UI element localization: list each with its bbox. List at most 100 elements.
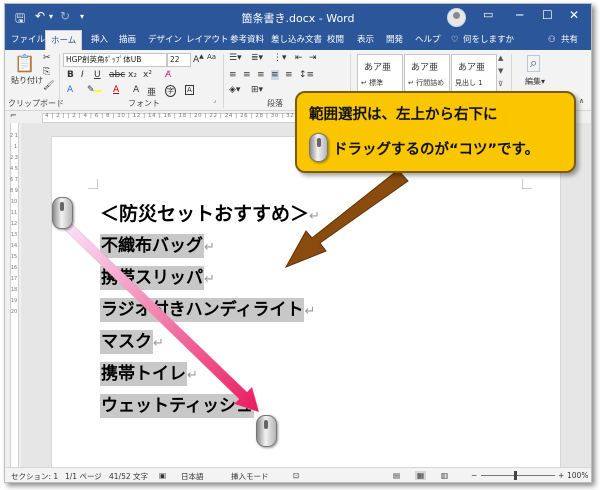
list-item[interactable]: ラジオ付きハンディライト↵ [100,295,320,327]
shrink-font-icon[interactable]: A [133,85,139,95]
shading-icon[interactable]: ◈▾ [229,85,240,95]
insert-mode-indicator[interactable]: 挿入モード [231,471,269,482]
underline-icon[interactable]: U [94,70,101,80]
list-item[interactable]: 不織布バッグ↵ [100,231,320,263]
web-layout-icon[interactable]: ▥ [441,471,448,480]
font-group-label: フォント [128,99,160,108]
enclose-char-icon[interactable]: 字 [165,85,176,97]
tab-help[interactable]: ヘルプ [415,30,441,50]
tab-review[interactable]: 校閲 [327,30,344,50]
minimize-button[interactable]: ─ [516,8,523,22]
zoom-level[interactable]: 100% [567,471,588,480]
borders-icon[interactable]: ⊞▾ [251,85,263,95]
bullets-icon[interactable]: ☰▾ [229,53,242,63]
font-color-icon[interactable]: A [113,85,119,95]
tab-layout[interactable]: レイアウト [186,30,229,50]
bold-icon[interactable]: B [67,70,74,80]
vertical-ruler[interactable]: 2 1 · 1 2 3 4 5 6 7 8 9 10 11 12 13 14 1… [5,123,21,467]
italic-icon[interactable]: I [81,70,84,80]
account-icon[interactable] [447,8,466,27]
numbering-icon[interactable]: ≣▾ [251,53,263,63]
document-page[interactable]: ＜防災セットおすすめ＞↵ 不織布バッグ↵ 携帯スリッパ↵ ラジオ付きハンディライ… [51,136,561,478]
tab-draw[interactable]: 描画 [119,30,136,50]
font-name-select[interactable]: HGP創英角ﾎﾟｯﾌﾟ体UB [63,53,167,67]
share-button[interactable]: 共有 [561,30,578,50]
strikethrough-icon[interactable]: abc [109,70,125,80]
font-dialog-launcher-icon[interactable]: ⌟ [213,97,216,104]
subscript-icon[interactable]: x₂ [128,70,137,80]
tab-view[interactable]: 表示 [357,30,374,50]
styles-scroll-up-icon[interactable]: ▲ [498,54,503,62]
mouse-start-icon [52,197,73,229]
list-item[interactable]: ウェットティッシュ [100,391,320,423]
zoom-in-icon[interactable]: + [558,471,564,480]
tell-me-search[interactable]: 何をしますか [463,30,514,50]
selected-text: マスク [100,330,153,354]
style-heading-1[interactable]: あア亜 見出し 1 [451,54,497,94]
paragraph-group-label: 段落 [267,99,283,108]
language-indicator[interactable]: 日本語 [181,471,204,482]
heading-line[interactable]: ＜防災セットおすすめ＞↵ [100,199,320,231]
increase-indent-icon[interactable]: ⇥ [309,53,317,63]
style-normal[interactable]: あア亜 ↵ 標準 [357,54,403,94]
cut-icon[interactable]: ✂ [43,53,51,63]
page-indicator[interactable]: 1/1 ページ [65,471,102,482]
align-center-icon[interactable]: ≡ [243,70,251,80]
multilevel-list-icon[interactable]: ⋮▾ [273,53,287,63]
text-effects-icon[interactable]: A [67,85,73,95]
editing-button[interactable]: 編集▾ [525,76,545,87]
share-icon[interactable]: ⚇ [548,30,556,50]
list-item[interactable]: マスク↵ [100,327,320,359]
list-item[interactable]: 携帯トイレ↵ [100,359,320,391]
document-area[interactable]: ＜防災セットおすすめ＞↵ 不織布バッグ↵ 携帯スリッパ↵ ラジオ付きハンディライ… [21,123,591,478]
read-mode-icon[interactable]: ▤ [393,471,400,480]
phonetic-guide-icon[interactable]: 亜 [147,85,156,98]
ribbon-display-icon[interactable]: ▭ [483,8,493,21]
style-no-spacing[interactable]: あア亜 ↵ 行間詰め [404,54,450,94]
maximize-button[interactable]: ☐ [542,8,553,22]
copy-icon[interactable]: ⎘ [43,67,50,77]
superscript-icon[interactable]: x² [143,70,152,80]
zoom-slider-thumb[interactable] [514,471,517,480]
ribbon-divider [59,54,60,108]
print-layout-icon[interactable]: ▦ [415,471,427,480]
selected-text: 携帯スリッパ [100,266,204,290]
search-icon[interactable]: ⌕ [527,55,541,72]
collapse-ribbon-icon[interactable]: ∧ [579,97,584,105]
macro-record-icon[interactable]: ⊡ [293,471,299,480]
grow-font-icon[interactable]: A▲ [193,53,204,65]
tab-insert[interactable]: 挿入 [91,30,108,50]
tab-developer[interactable]: 開発 [386,30,403,50]
close-button[interactable]: ✕ [569,8,579,22]
proofing-icon[interactable]: ▣ [159,471,166,480]
char-border-icon[interactable]: A [185,85,194,95]
list-item[interactable]: 携帯スリッパ↵ [100,263,320,295]
justify-icon[interactable]: ≡ [271,70,279,80]
paste-button[interactable]: 貼り付け [11,75,43,86]
tab-mailings[interactable]: 差し込み文書 [271,30,322,50]
align-right-icon[interactable]: ≡ [257,70,265,80]
selected-text: ラジオ付きハンディライト [100,298,305,322]
align-left-icon[interactable]: ≡ [229,70,237,80]
format-painter-icon[interactable]: 🖌 [43,81,54,91]
tab-design[interactable]: デザイン [148,30,182,50]
tab-file[interactable]: ファイル [11,30,45,50]
tab-references[interactable]: 参考資料 [230,30,264,50]
styles-more-icon[interactable]: ⊽ [498,80,503,88]
decrease-indent-icon[interactable]: ⇤ [295,53,303,63]
zoom-slider[interactable] [481,475,555,476]
word-count[interactable]: 41/52 文字 [109,471,148,482]
case-icon[interactable]: Aa [207,53,216,61]
font-size-select[interactable]: 22 [167,53,191,67]
section-indicator[interactable]: セクション: 1 [11,471,58,482]
styles-scroll-down-icon[interactable]: ▼ [498,67,503,75]
tab-selector-icon[interactable]: ⌐ [10,111,17,120]
paste-icon[interactable]: 📋 [14,54,35,74]
distributed-icon[interactable]: ≡ [285,70,293,80]
highlight-icon[interactable]: ✎ [87,85,101,95]
clear-format-icon[interactable]: A̸ [165,70,171,80]
document-body[interactable]: ＜防災セットおすすめ＞↵ 不織布バッグ↵ 携帯スリッパ↵ ラジオ付きハンディライ… [100,199,320,423]
zoom-out-icon[interactable]: − [471,471,477,480]
line-spacing-icon[interactable]: ↕≡ [299,70,314,80]
tab-home[interactable]: ホーム [45,30,83,51]
